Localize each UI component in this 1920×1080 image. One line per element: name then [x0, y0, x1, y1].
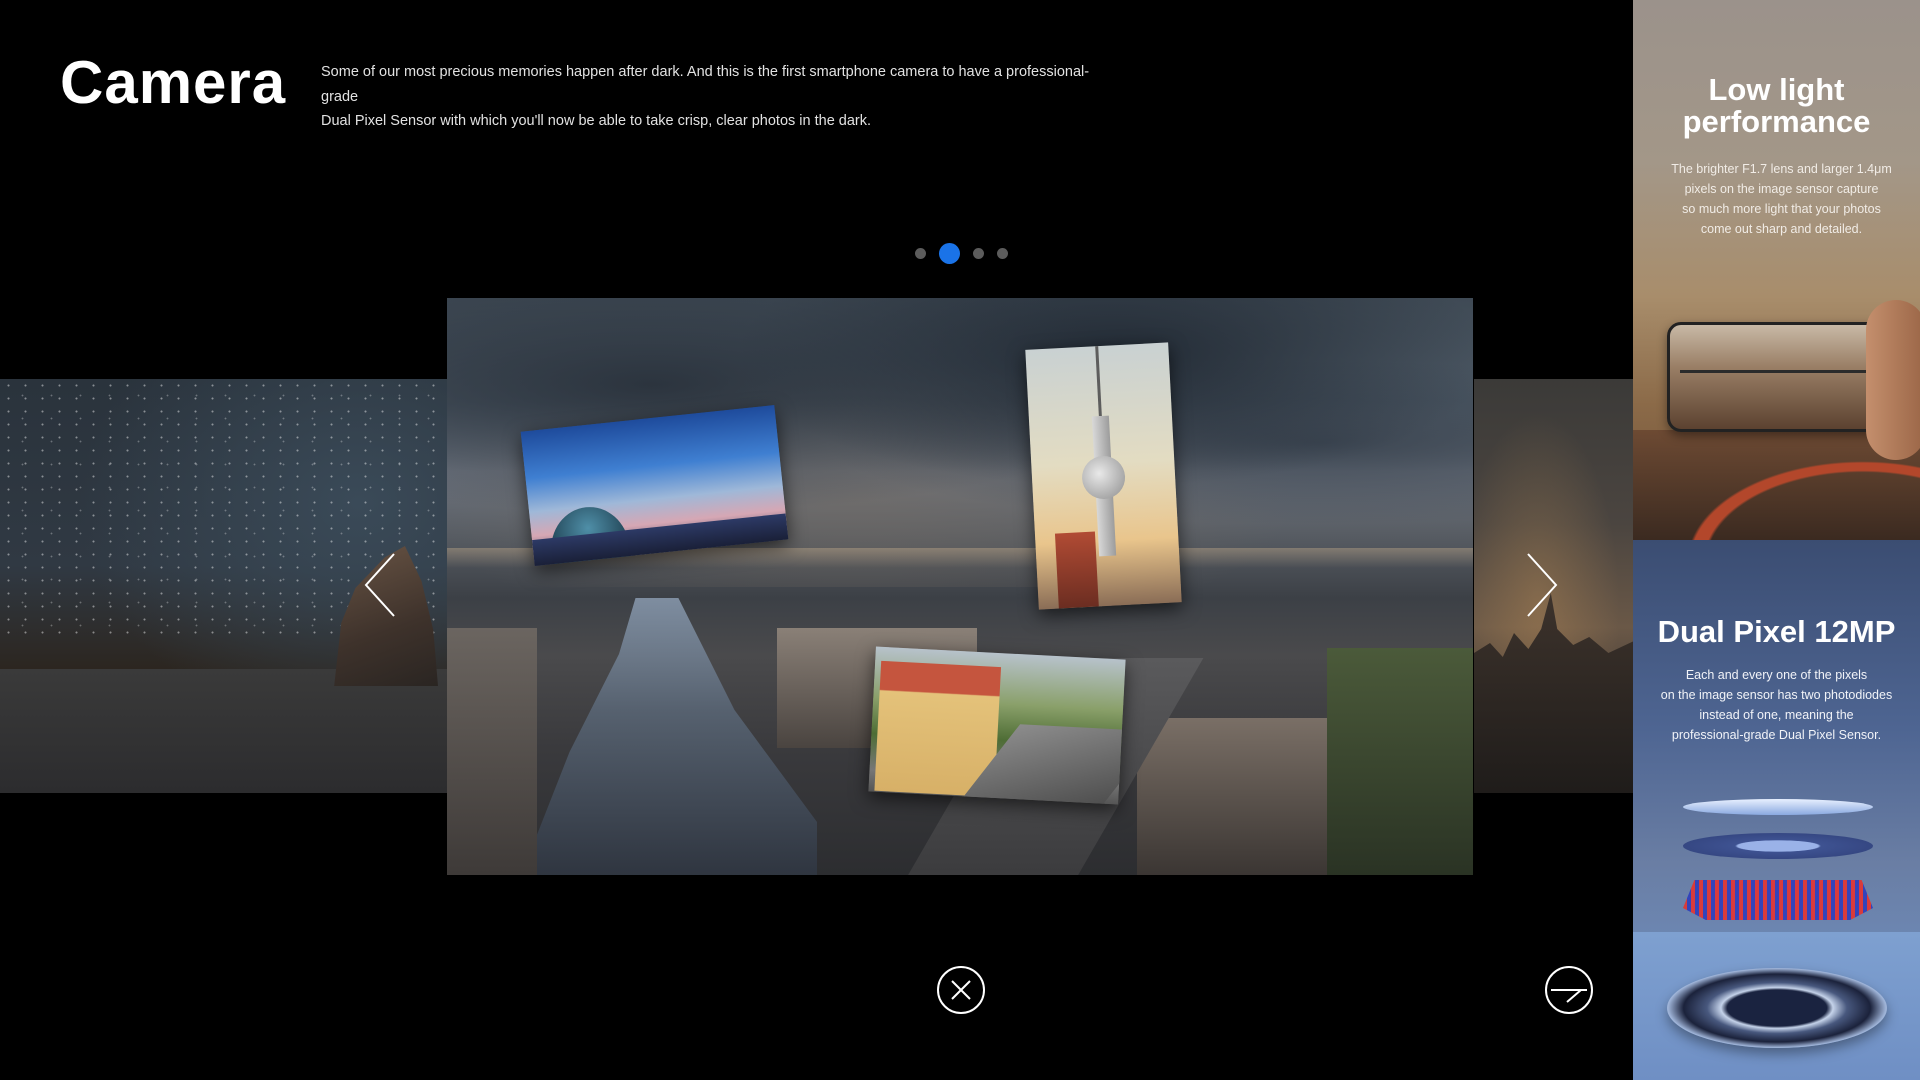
heading-line: performance — [1682, 104, 1871, 139]
sensor-lens-layer — [1683, 799, 1873, 815]
sensor-filter-layer — [1683, 833, 1873, 859]
low-light-feature-panel[interactable]: Low light performance The brighter F1.7 … — [1633, 0, 1920, 540]
description-line: Some of our most precious memories happe… — [321, 64, 1090, 105]
body-line: The brighter F1.7 lens and larger 1.4μm — [1671, 162, 1892, 176]
berlin-cathedral-photo — [520, 405, 789, 566]
tv-tower-photo — [1025, 342, 1182, 610]
building — [447, 628, 537, 875]
phone-image — [1667, 322, 1893, 432]
pagination-dot-2-active[interactable] — [939, 242, 960, 264]
body-line: come out sharp and detailed. — [1700, 222, 1863, 236]
close-icon — [951, 980, 971, 1000]
body-line: Each and every one of the pixels — [1685, 668, 1868, 682]
tower-sphere — [1080, 454, 1127, 501]
hand-image — [1866, 300, 1920, 460]
active-slide-image — [447, 298, 1473, 875]
chevron-left-icon[interactable] — [362, 550, 402, 620]
description-line: Dual Pixel Sensor with which you'll now … — [321, 113, 872, 129]
panel-body: Each and every one of the pixels on the … — [1649, 665, 1904, 745]
carousel-pagination — [915, 242, 1008, 264]
fullscreen-button[interactable] — [1545, 966, 1593, 1014]
street-scene-photo — [868, 646, 1126, 805]
pagination-dot-4[interactable] — [997, 247, 1008, 259]
pagination-dot-1[interactable] — [915, 247, 926, 259]
pagination-dot-3[interactable] — [973, 247, 984, 259]
dual-pixel-feature-panel[interactable]: Dual Pixel 12MP Each and every one of th… — [1633, 540, 1920, 1080]
close-button[interactable] — [937, 966, 985, 1014]
town-hall — [1054, 531, 1099, 609]
chevron-right-icon[interactable] — [1520, 550, 1560, 620]
fullscreen-icon — [1551, 989, 1587, 1003]
body-line: on the image sensor has two photodiodes — [1660, 688, 1893, 702]
trees — [1327, 648, 1473, 875]
page-title: Camera — [60, 49, 287, 116]
lake — [0, 669, 448, 793]
panel-heading: Dual Pixel 12MP — [1657, 614, 1896, 649]
body-line: so much more light that your photos — [1682, 202, 1881, 216]
panel-body: The brighter F1.7 lens and larger 1.4μm … — [1661, 159, 1902, 239]
heading-line: Low light — [1708, 72, 1845, 107]
body-line: pixels on the image sensor capture — [1684, 182, 1879, 196]
sensor-pixel-layer — [1683, 880, 1873, 920]
tower-mast — [1094, 342, 1102, 417]
building — [1137, 718, 1337, 875]
camera-lens-image — [1667, 968, 1887, 1048]
body-line: professional-grade Dual Pixel Sensor. — [1671, 728, 1882, 742]
bridge-railing — [1680, 370, 1880, 373]
body-line: instead of one, meaning the — [1699, 708, 1854, 722]
panel-heading: Low light performance — [1633, 74, 1920, 138]
page-description: Some of our most precious memories happe… — [321, 60, 1121, 134]
